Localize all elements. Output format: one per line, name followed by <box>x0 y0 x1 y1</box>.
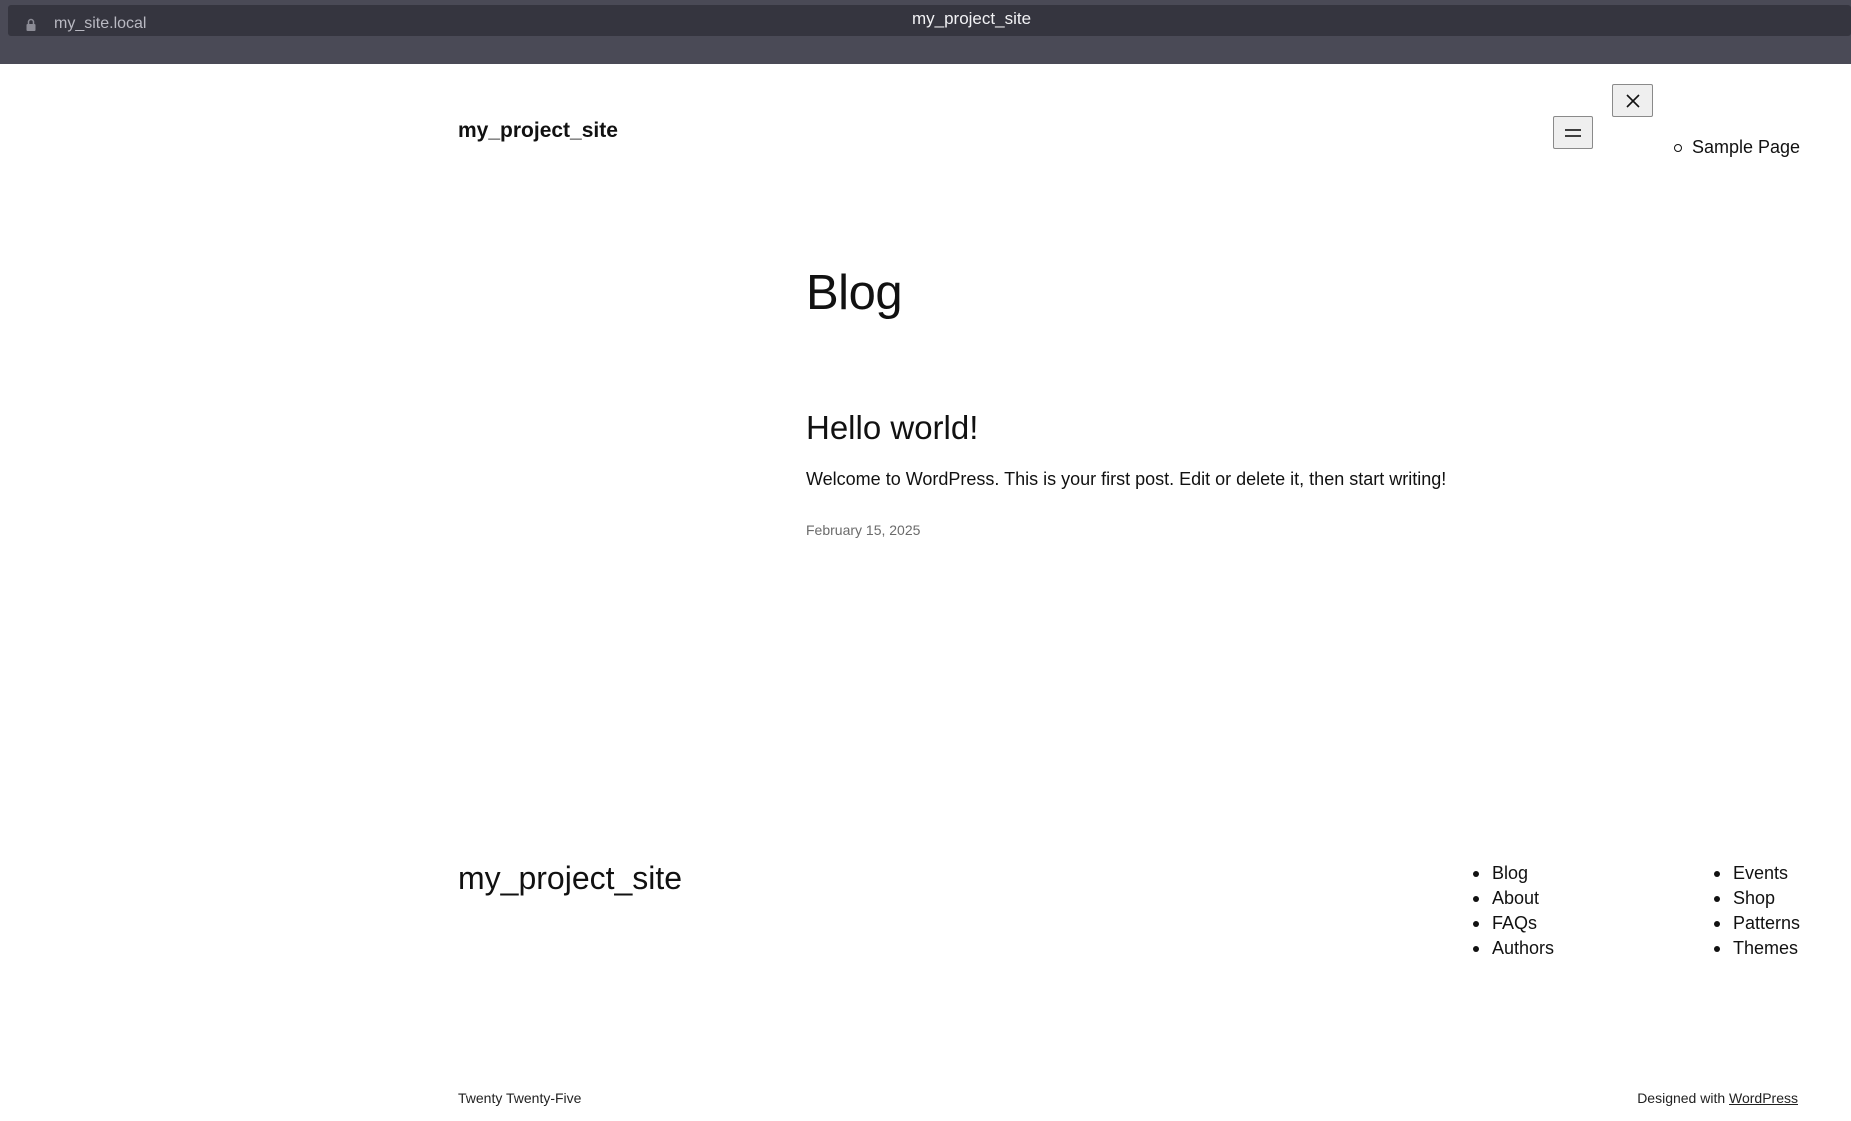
footer-nav-label[interactable]: Authors <box>1492 938 1554 959</box>
footer-nav-label[interactable]: Events <box>1733 863 1788 884</box>
list-bullet <box>1473 945 1479 952</box>
post-excerpt: Welcome to WordPress. This is your first… <box>806 469 1447 489</box>
page-title: Blog <box>806 266 903 320</box>
footer-nav-label[interactable]: About <box>1492 888 1539 909</box>
footer-nav-label[interactable]: FAQs <box>1492 913 1537 934</box>
footer-navigation-secondary: Events Shop Patterns Themes <box>1714 861 1800 961</box>
footer-nav-label[interactable]: Blog <box>1492 863 1528 884</box>
nav-item-sample-page[interactable]: Sample Page <box>1674 137 1800 158</box>
footer-nav-item-faqs[interactable]: FAQs <box>1473 911 1554 936</box>
site-title-link[interactable]: my_project_site <box>458 119 618 143</box>
list-bullet <box>1714 895 1720 902</box>
list-bullet <box>1714 870 1720 877</box>
footer-navigation-primary: Blog About FAQs Authors <box>1473 861 1554 961</box>
footer-site-title-link[interactable]: my_project_site <box>458 860 682 897</box>
designed-with-credit: Designed with WordPress <box>1637 1090 1798 1106</box>
footer-nav-item-about[interactable]: About <box>1473 886 1554 911</box>
menu-close-button[interactable] <box>1612 84 1653 117</box>
theme-credit: Twenty Twenty-Five <box>458 1090 582 1106</box>
wordpress-link[interactable]: WordPress <box>1729 1090 1798 1106</box>
hamburger-icon <box>1565 128 1581 137</box>
list-bullet <box>1714 920 1720 927</box>
footer-nav-label[interactable]: Themes <box>1733 938 1798 959</box>
overlay-navigation: Sample Page <box>1674 137 1800 158</box>
footer-nav-item-patterns[interactable]: Patterns <box>1714 911 1800 936</box>
menu-open-button[interactable] <box>1553 116 1593 149</box>
close-icon <box>1625 93 1640 108</box>
list-bullet <box>1473 920 1479 927</box>
browser-toolbar: my_site.local my_project_site <box>0 0 1851 64</box>
footer-nav-item-themes[interactable]: Themes <box>1714 936 1800 961</box>
post-title-link[interactable]: Hello world! <box>806 409 978 447</box>
nav-item-label[interactable]: Sample Page <box>1692 137 1800 158</box>
page-viewport: my_project_site Sample Page Blog Hello w… <box>0 64 1851 1121</box>
post-date[interactable]: February 15, 2025 <box>806 522 920 538</box>
footer-nav-label[interactable]: Shop <box>1733 888 1775 909</box>
list-bullet <box>1473 870 1479 877</box>
list-bullet <box>1473 895 1479 902</box>
footer-nav-item-events[interactable]: Events <box>1714 861 1800 886</box>
footer-nav-item-authors[interactable]: Authors <box>1473 936 1554 961</box>
list-bullet <box>1674 143 1682 152</box>
footer-nav-item-shop[interactable]: Shop <box>1714 886 1800 911</box>
footer-nav-item-blog[interactable]: Blog <box>1473 861 1554 886</box>
list-bullet <box>1714 945 1720 952</box>
designed-with-text: Designed with <box>1637 1090 1730 1106</box>
footer-nav-label[interactable]: Patterns <box>1733 913 1800 934</box>
page-tab-title: my_project_site <box>911 9 1032 28</box>
